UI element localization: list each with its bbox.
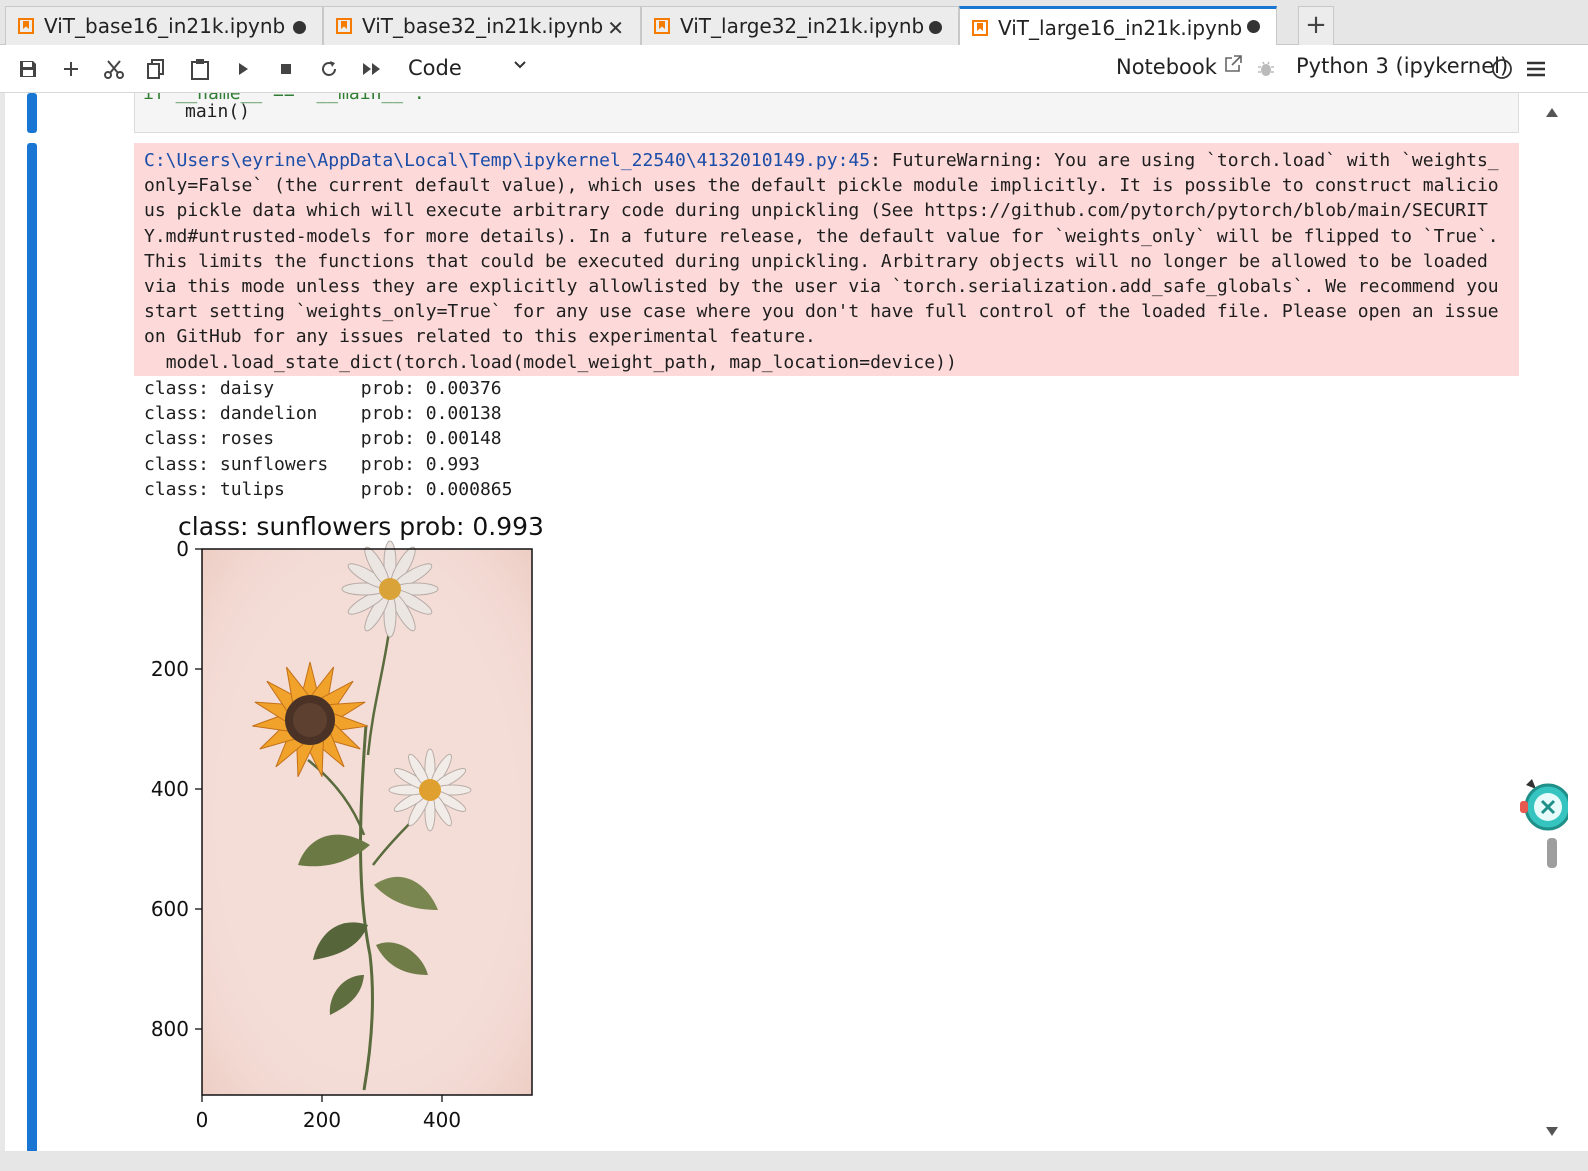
stderr-output: C:\Users\eyrine\AppData\Local\Temp\ipyke… — [134, 143, 1519, 376]
plot-title: class: sunflowers prob: 0.993 — [178, 512, 544, 541]
x-tick-label: 200 — [303, 1108, 341, 1132]
scrollbar[interactable] — [1542, 93, 1562, 1151]
kernel-name[interactable]: Python 3 (ipykernel) — [1296, 54, 1508, 78]
tab-bar: ViT_base16_in21k.ipynb ViT_base32_in21k.… — [0, 0, 1588, 46]
add-cell-icon[interactable] — [57, 55, 85, 83]
prediction-line: class: sunflowers prob: 0.993 — [144, 453, 480, 475]
tab-label: ViT_large16_in21k.ipynb — [998, 15, 1243, 40]
code-cell-input[interactable]: if __name__ == '__main__': main() — [134, 93, 1519, 133]
y-tick-label: 0 — [176, 537, 189, 561]
debugger-bug-icon[interactable] — [1252, 55, 1280, 83]
y-tick-label: 800 — [151, 1017, 189, 1041]
scrollbar-thumb[interactable] — [1547, 838, 1557, 868]
warning-file-path: C:\Users\eyrine\AppData\Local\Temp\ipyke… — [144, 150, 871, 171]
notebook-icon — [336, 18, 352, 34]
stdout-output: class: daisy prob: 0.00376 class: dandeli… — [144, 376, 512, 502]
bottom-status-strip — [0, 1151, 1588, 1171]
y-axis: 0 200 400 600 800 — [151, 537, 202, 1041]
save-icon[interactable] — [14, 55, 42, 83]
tab-vit-large16[interactable]: ViT_large16_in21k.ipynb — [959, 6, 1277, 46]
menu-icon[interactable] — [1522, 55, 1550, 83]
tab-vit-large32[interactable]: ViT_large32_in21k.ipynb — [641, 6, 959, 45]
tab-label: ViT_base16_in21k.ipynb — [44, 14, 286, 38]
stop-icon[interactable] — [272, 55, 300, 83]
warning-message: : FutureWarning: You are using `torch.lo… — [144, 150, 1510, 348]
unsaved-dot-icon[interactable] — [1247, 20, 1260, 33]
notebook-icon — [18, 18, 34, 34]
add-tab-button[interactable]: + — [1298, 6, 1334, 45]
notebook-icon — [654, 18, 670, 34]
notebook-link-label: Notebook — [1116, 54, 1217, 79]
run-icon[interactable] — [229, 55, 257, 83]
scroll-up-arrow-icon[interactable] — [1545, 103, 1559, 122]
open-notebook-link[interactable]: Notebook — [1116, 54, 1243, 79]
x-axis: 0 200 400 — [196, 1095, 461, 1132]
unsaved-dot-icon[interactable] — [293, 21, 306, 34]
y-tick-label: 400 — [151, 777, 189, 801]
tab-vit-base16[interactable]: ViT_base16_in21k.ipynb — [5, 6, 323, 45]
close-icon[interactable]: ✕ — [607, 16, 624, 40]
cell-type-value: Code — [408, 56, 462, 80]
cut-icon[interactable] — [100, 55, 128, 83]
paste-icon[interactable] — [186, 55, 214, 83]
flower-image — [201, 540, 533, 1096]
output-collapser[interactable] — [27, 143, 37, 1153]
tab-label: ViT_large32_in21k.ipynb — [680, 14, 925, 38]
chevron-down-icon — [512, 57, 528, 77]
cell-type-select[interactable]: Code — [408, 53, 538, 83]
left-edge — [0, 93, 5, 1171]
prediction-line: class: roses prob: 0.00148 — [144, 428, 502, 450]
code-line: main() — [185, 101, 251, 122]
restart-icon[interactable] — [315, 55, 343, 83]
input-collapser[interactable] — [27, 93, 37, 133]
tab-label: ViT_base32_in21k.ipynb — [362, 14, 604, 38]
notebook-icon — [972, 19, 988, 36]
unsaved-dot-icon[interactable] — [929, 21, 942, 34]
prediction-line: class: daisy prob: 0.00376 — [144, 378, 502, 399]
copy-icon[interactable] — [142, 55, 170, 83]
scroll-down-arrow-icon[interactable] — [1545, 1123, 1559, 1142]
prediction-line: class: dandelion prob: 0.00138 — [144, 403, 502, 425]
x-tick-label: 400 — [423, 1108, 461, 1132]
notebook-panel: if __name__ == '__main__': main() C:\Use… — [0, 93, 1588, 1171]
y-tick-label: 600 — [151, 897, 189, 921]
external-link-icon — [1223, 54, 1243, 79]
kernel-status-icon — [1488, 55, 1516, 83]
figure-svg: class: sunflowers prob: 0.993 0200400600… — [151, 512, 544, 1132]
notebook-toolbar: Code Notebook Python 3 (ipykernel) — [0, 45, 1588, 93]
tab-vit-base32[interactable]: ViT_base32_in21k.ipynb ✕ — [323, 6, 641, 45]
run-all-icon[interactable] — [358, 55, 386, 83]
prediction-line: class: tulips prob: 0.000865 — [144, 478, 513, 500]
y-tick-label: 200 — [151, 657, 189, 681]
x-tick-label: 0 — [196, 1108, 209, 1132]
prediction-figure: class: sunflowers prob: 0.993 0 200 400 … — [138, 505, 578, 1145]
floating-assistant-icon[interactable] — [1518, 777, 1572, 837]
warning-code-line: model.load_state_dict(torch.load(model_w… — [144, 351, 957, 373]
